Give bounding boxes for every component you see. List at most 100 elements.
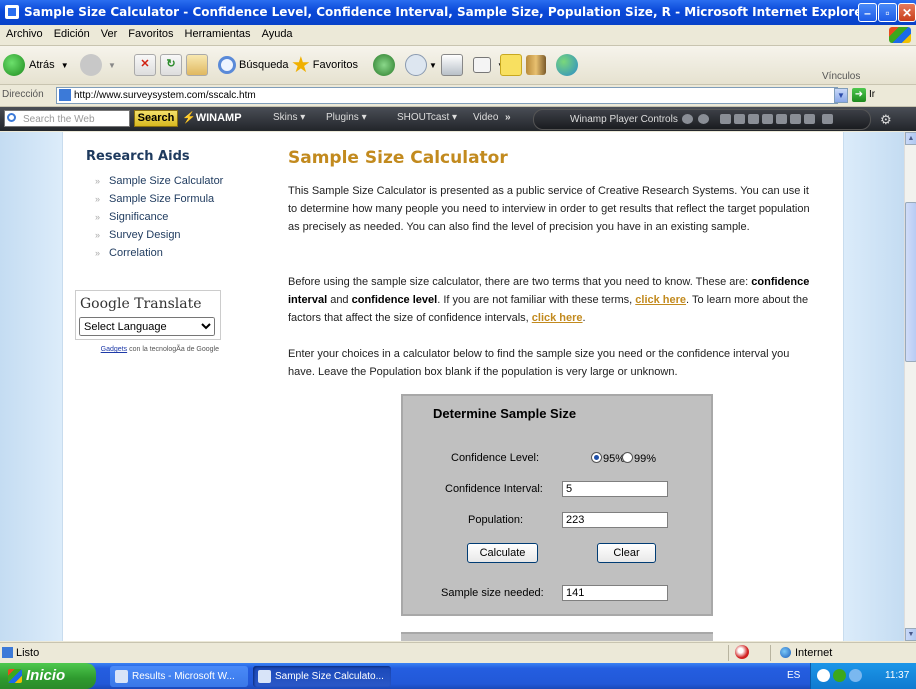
zone-text: Internet <box>795 647 833 659</box>
next-calculator-top <box>401 632 713 641</box>
clear-button[interactable]: Clear <box>597 543 656 563</box>
ie-icon <box>5 5 19 19</box>
links-label[interactable]: Vínculos <box>822 71 860 82</box>
sample-size-needed-label: Sample size needed: <box>441 587 544 599</box>
more-chevron-icon[interactable]: » <box>505 112 511 123</box>
taskbar-item-sample-size[interactable]: Sample Size Calculato... <box>253 666 391 687</box>
menu-herramientas[interactable]: Herramientas <box>179 25 256 40</box>
ie-icon <box>115 670 128 683</box>
sidebar-item-sample-size-calculator[interactable]: Sample Size Calculator <box>95 175 223 193</box>
gadgets-link[interactable]: Gadgets <box>101 346 127 353</box>
popup-blocked-icon[interactable] <box>735 645 749 659</box>
refresh-button[interactable]: ↻ <box>160 53 182 77</box>
taskbar-item-results[interactable]: Results - Microsoft W... <box>110 666 248 687</box>
sample-size-calculator: Determine Sample Size Confidence Level: … <box>401 394 713 616</box>
close-button[interactable]: ✕ <box>898 3 916 22</box>
stop-button[interactable]: ✕ <box>134 53 156 77</box>
go-arrow-icon[interactable]: ➜ <box>852 88 866 102</box>
scroll-thumb[interactable] <box>905 202 916 362</box>
home-icon <box>186 54 208 76</box>
intro-paragraph: This Sample Size Calculator is presented… <box>288 185 810 233</box>
menu-ayuda[interactable]: Ayuda <box>256 25 298 40</box>
print-button[interactable] <box>441 53 463 77</box>
taskbar: Inicio Results - Microsoft W... Sample S… <box>0 663 916 689</box>
browser-viewport: Research Aids Sample Size Calculator Sam… <box>0 132 904 641</box>
right-background-band <box>842 132 904 641</box>
instructions-paragraph: Enter your choices in a calculator below… <box>288 348 790 378</box>
confidence-99-option[interactable]: 99% <box>622 452 656 465</box>
chevron-down-icon: ▼ <box>429 60 437 70</box>
scroll-down-icon[interactable]: ▼ <box>905 628 916 641</box>
mail-button[interactable]: ▼ <box>405 53 437 77</box>
confidence-interval-input[interactable]: 5 <box>562 481 668 497</box>
radio-95[interactable] <box>591 452 602 463</box>
tray-arrow-icon[interactable] <box>817 669 830 682</box>
stop-icon[interactable] <box>776 114 787 124</box>
vertical-scrollbar[interactable]: ▲ ▼ <box>904 132 916 641</box>
research-aids-list: Sample Size Calculator Sample Size Formu… <box>95 175 223 265</box>
network-icon[interactable] <box>833 669 846 682</box>
go-button[interactable]: Ir <box>869 89 875 100</box>
next-icon[interactable] <box>790 114 801 124</box>
sample-size-result[interactable]: 141 <box>562 585 668 601</box>
eject-icon[interactable] <box>720 114 731 124</box>
web-search-input[interactable]: Search the Web <box>4 110 130 127</box>
skins-menu[interactable]: Skins ▾ <box>273 112 305 123</box>
winamp-logo[interactable]: ⚡WINAMP <box>182 111 242 124</box>
forward-button[interactable]: ▼ <box>80 53 116 77</box>
sidebar-item-survey-design[interactable]: Survey Design <box>95 229 223 247</box>
address-input[interactable]: http://www.surveysystem.com/sscalc.htm <box>56 87 838 104</box>
page-title: Sample Size Calculator <box>288 148 508 168</box>
scroll-up-icon[interactable]: ▲ <box>905 132 916 145</box>
confidence-95-option[interactable]: 95% <box>591 452 625 465</box>
maximize-button[interactable]: ▫ <box>878 3 897 22</box>
search-icon[interactable] <box>698 114 709 124</box>
sidebar-item-significance[interactable]: Significance <box>95 211 223 229</box>
language-select[interactable]: Select Language <box>79 317 215 336</box>
start-button[interactable]: Inicio <box>0 663 96 689</box>
history-icon <box>373 54 395 76</box>
plugins-menu[interactable]: Plugins ▾ <box>326 112 367 123</box>
play-icon[interactable] <box>748 114 759 124</box>
click-here-link-2[interactable]: click here <box>532 312 583 324</box>
history-button[interactable] <box>373 53 395 77</box>
radio-99[interactable] <box>622 452 633 463</box>
click-here-link-1[interactable]: click here <box>635 294 686 306</box>
sidebar-item-sample-size-formula[interactable]: Sample Size Formula <box>95 193 223 211</box>
calculate-button[interactable]: Calculate <box>467 543 538 563</box>
clock[interactable]: 11:37 <box>885 670 909 681</box>
pause-icon[interactable] <box>762 114 773 124</box>
messenger-tray-icon[interactable] <box>849 669 862 682</box>
home-button[interactable] <box>186 53 208 77</box>
address-dropdown-button[interactable]: ▼ <box>834 88 848 103</box>
back-arrow-icon <box>3 54 25 76</box>
menu-edicion[interactable]: Edición <box>48 25 95 40</box>
sidebar-item-correlation[interactable]: Correlation <box>95 247 223 265</box>
web-search-button[interactable]: Search <box>134 110 178 127</box>
player-label: Winamp Player Controls <box>570 114 678 125</box>
shoutcast-menu[interactable]: SHOUTcast ▾ <box>397 112 457 123</box>
menu-ver[interactable]: Ver <box>95 25 123 40</box>
window-title-bar[interactable]: Sample Size Calculator - Confidence Leve… <box>0 0 916 25</box>
volume-icon[interactable] <box>822 114 833 124</box>
back-button[interactable]: Atrás ▼ <box>3 53 69 77</box>
open-icon[interactable] <box>804 114 815 124</box>
toolbar: Atrás ▼ ▼ ✕ ↻ Búsqueda ★ Favoritos ▼ ▼ <box>0 46 916 85</box>
search-button[interactable]: Búsqueda <box>218 53 289 77</box>
messenger-button[interactable] <box>556 53 578 77</box>
minimize-button[interactable]: – <box>858 3 877 22</box>
research-button[interactable] <box>526 53 546 77</box>
refresh-icon: ↻ <box>160 54 182 76</box>
info-icon[interactable] <box>682 114 693 124</box>
notes-button[interactable] <box>500 53 522 77</box>
prev-icon[interactable] <box>734 114 745 124</box>
favorites-button[interactable]: ★ Favoritos <box>291 53 358 77</box>
menu-favoritos[interactable]: Favoritos <box>122 25 178 40</box>
settings-gear-icon[interactable]: ⚙ <box>880 112 892 128</box>
population-label: Population: <box>468 514 524 526</box>
video-menu[interactable]: Video <box>473 112 498 123</box>
language-indicator[interactable]: ES <box>787 670 800 681</box>
winamp-player[interactable]: Winamp Player Controls <box>533 109 871 130</box>
menu-archivo[interactable]: Archivo <box>0 25 48 40</box>
population-input[interactable]: 223 <box>562 512 668 528</box>
